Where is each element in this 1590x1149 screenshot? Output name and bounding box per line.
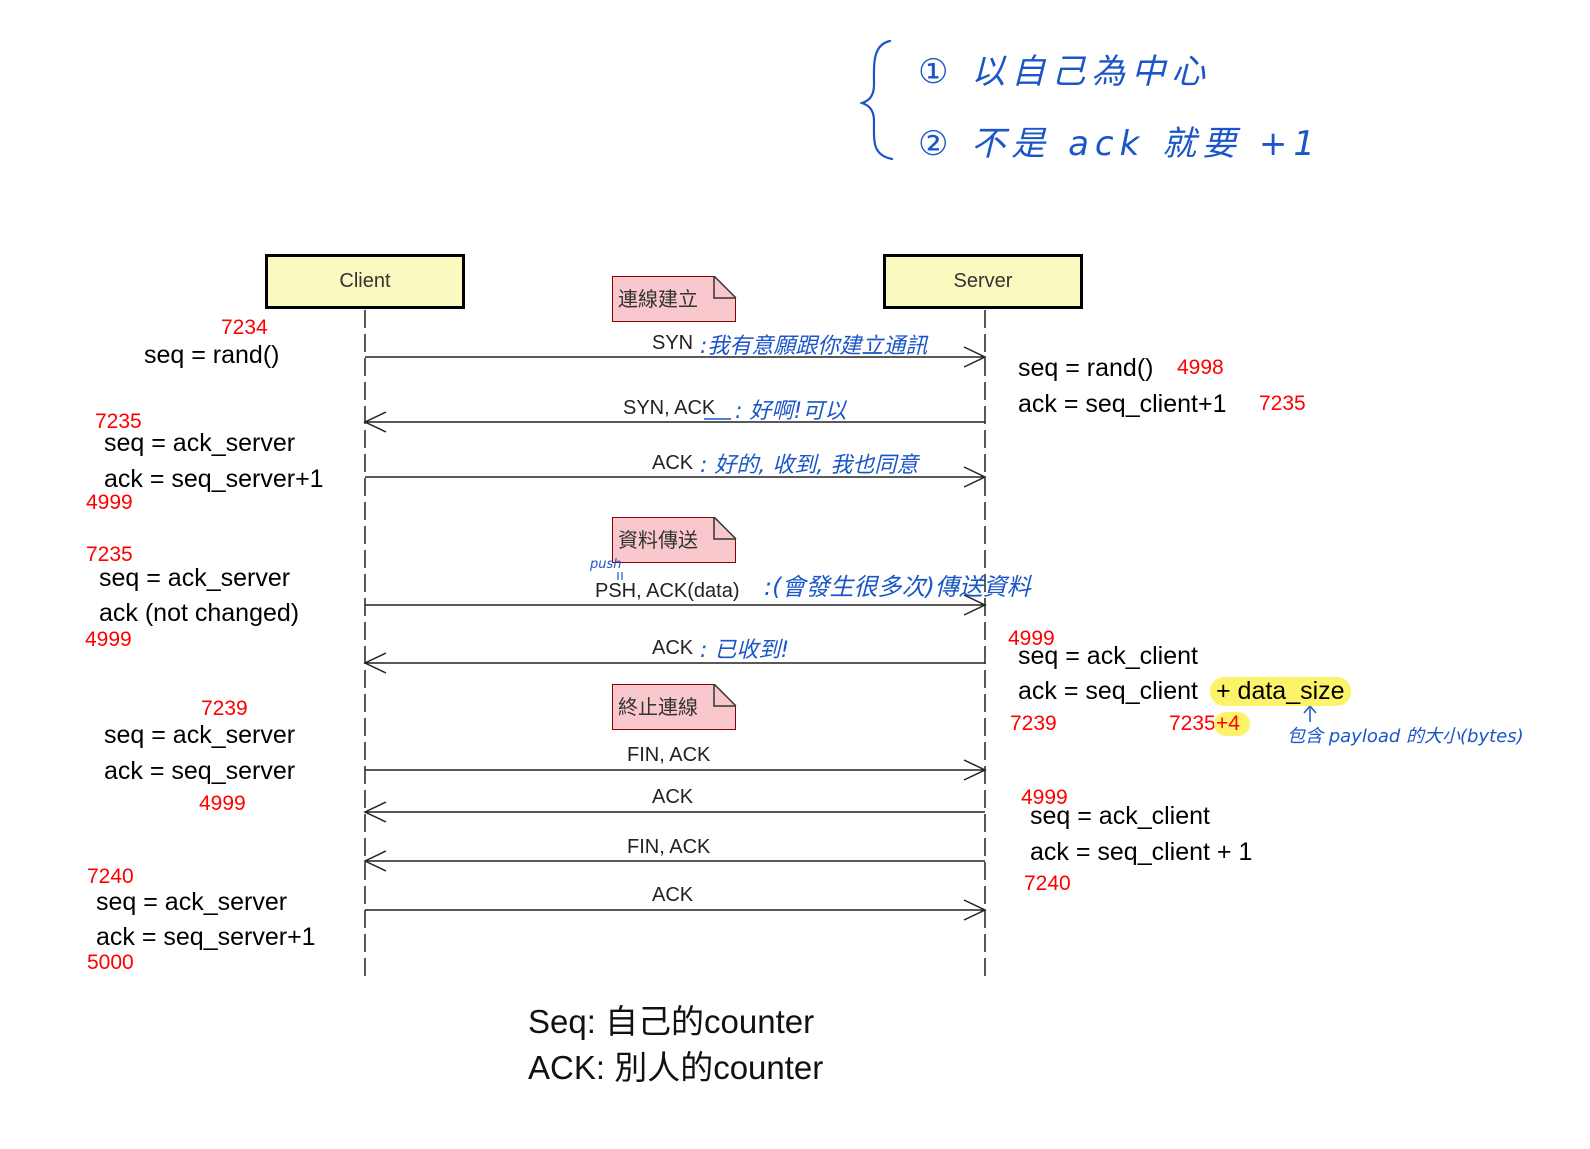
client-box: Client: [265, 254, 465, 309]
data-size-highlight: + data_size: [1210, 677, 1351, 706]
legend-ack: ACK: 別人的counter: [528, 1049, 824, 1086]
client-seq-formula: seq = ack_server: [96, 888, 288, 916]
server-seq-formula: seq = rand(): [1018, 354, 1154, 382]
note-fold-icon: [713, 684, 737, 707]
msg-synack-note: : 好啊!可以: [735, 399, 847, 424]
note-fold-icon: [713, 276, 737, 299]
client-seq-formula: seq = ack_server: [104, 721, 296, 749]
msg-psh-note: :(會發生很多次)傳送資料: [764, 573, 1031, 601]
msg-syn-label: SYN: [652, 332, 694, 354]
msg-synack-label: SYN, ACK: [623, 397, 716, 419]
server-ack-number: 7240: [1024, 872, 1071, 895]
client-seq-formula: seq = ack_server: [104, 429, 296, 457]
msg-ack2-label: ACK: [652, 637, 694, 659]
msg-ack1-label: ACK: [652, 452, 694, 474]
client-seq-number: 7234: [221, 316, 268, 339]
server-ack-formula: ack = seq_client + 1: [1030, 838, 1253, 866]
client-ack-formula: ack (not changed): [99, 599, 300, 627]
server-ack-sum: 7235: [1169, 712, 1216, 735]
client-ack-formula: ack = seq_server: [104, 757, 296, 785]
server-box: Server: [883, 254, 1083, 309]
client-ack-formula: ack = seq_server+1: [96, 923, 316, 951]
msg-ack1-note: : 好的, 收到, 我也同意: [700, 453, 919, 478]
legend-seq: Seq: 自己的counter: [528, 1003, 815, 1040]
server-ack-formula: ack = seq_client: [1018, 677, 1198, 705]
client-seq-number: 7240: [87, 865, 134, 888]
note-fold-icon: [713, 517, 737, 540]
msg-ack3-label: ACK: [652, 786, 694, 808]
client-ack-formula: ack = seq_server+1: [104, 465, 324, 493]
msg-ack4-label: ACK: [652, 884, 694, 906]
client-ack-number: 4999: [86, 491, 133, 514]
msg-syn-note: :我有意願跟你建立通訊: [700, 334, 928, 359]
server-seq-number: 4998: [1177, 356, 1224, 379]
client-ack-number: 5000: [87, 951, 134, 974]
payload-note: 包含 payload 的大小(bytes): [1287, 726, 1524, 747]
server-ack-number: 7239: [1010, 712, 1057, 735]
server-seq-formula: seq = ack_client: [1018, 642, 1198, 670]
msg-fin2-label: FIN, ACK: [627, 836, 711, 858]
msg-psh-push: push: [590, 557, 622, 572]
client-seq-formula: seq = rand(): [144, 341, 280, 369]
server-ack-number: 7235: [1259, 392, 1306, 415]
plus-four-highlight: +4: [1214, 712, 1250, 736]
client-ack-number: 4999: [85, 628, 132, 651]
server-ack-formula: ack = seq_client+1: [1018, 390, 1227, 418]
client-ack-number: 4999: [199, 792, 246, 815]
server-seq-formula: seq = ack_client: [1030, 802, 1210, 830]
msg-ack2-note: : 已收到!: [700, 638, 790, 663]
msg-fin1-label: FIN, ACK: [627, 744, 711, 766]
client-seq-formula: seq = ack_server: [99, 564, 291, 592]
client-seq-number: 7239: [201, 697, 248, 720]
msg-psh-label: PSH, ACK(data): [595, 580, 740, 602]
